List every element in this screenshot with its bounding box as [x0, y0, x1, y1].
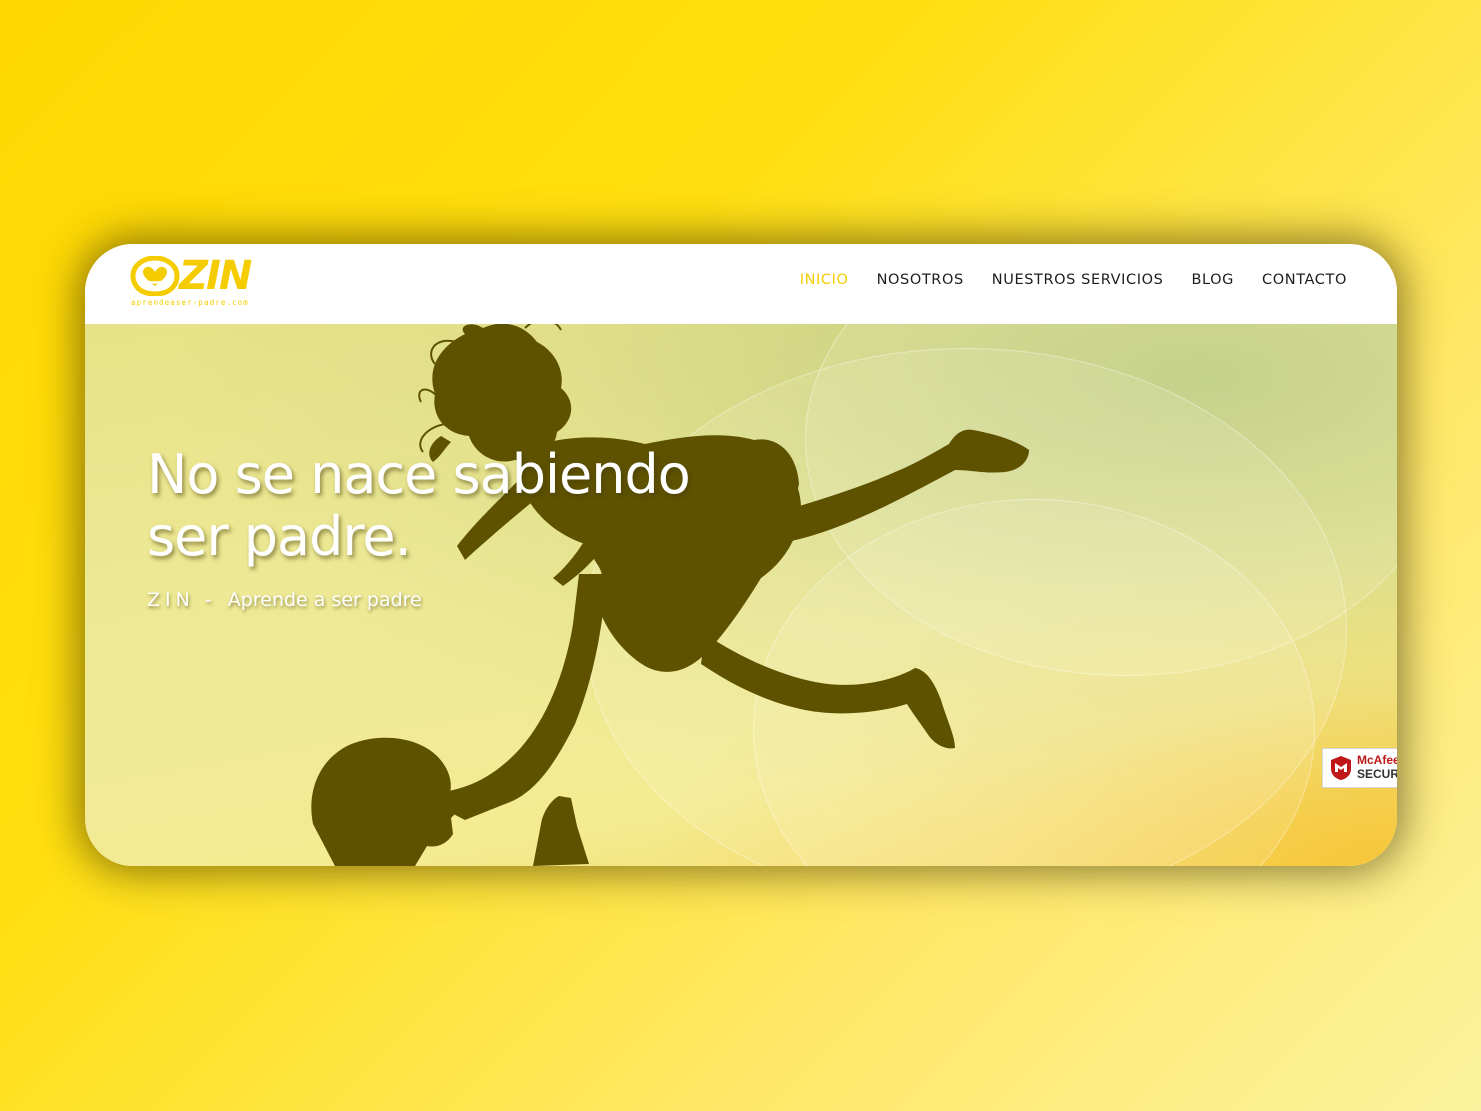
site-header: ZIN aprendeaser-padre.com INICIO NOSOTRO…: [85, 244, 1397, 324]
nav-item-nosotros[interactable]: NOSOTROS: [877, 272, 964, 288]
mcafee-secure-badge[interactable]: McAfee SECURE: [1322, 748, 1397, 788]
hero-subtitle: ZIN - Aprende a ser padre: [147, 589, 422, 611]
main-navigation: INICIO NOSOTROS NUESTROS SERVICIOS BLOG …: [800, 272, 1347, 288]
hero-headline: No se nace sabiendo ser padre.: [147, 443, 691, 568]
hero-subtitle-text: Aprende a ser padre: [227, 589, 422, 611]
badge-line1: McAfee: [1357, 753, 1397, 767]
nav-item-contacto[interactable]: CONTACTO: [1262, 272, 1347, 288]
logo-tagline: aprendeaser-padre.com: [131, 298, 249, 307]
nav-item-inicio[interactable]: INICIO: [800, 272, 849, 288]
hero-subtitle-brand: ZIN: [147, 589, 195, 611]
website-frame: ZIN aprendeaser-padre.com INICIO NOSOTRO…: [85, 244, 1397, 866]
hero-subtitle-separator: -: [204, 589, 212, 611]
zin-logo[interactable]: ZIN aprendeaser-padre.com: [129, 253, 259, 312]
nav-item-blog[interactable]: BLOG: [1191, 272, 1234, 288]
badge-line2: SECURE: [1357, 767, 1397, 781]
logo-wordmark: ZIN: [179, 253, 252, 299]
nav-item-nuestros-servicios[interactable]: NUESTROS SERVICIOS: [992, 272, 1164, 288]
hero-banner: No se nace sabiendo ser padre. ZIN - Apr…: [85, 324, 1397, 866]
hero-headline-line1: No se nace sabiendo: [147, 443, 691, 506]
heart-hands-icon: [130, 256, 180, 296]
hero-headline-line2: ser padre.: [147, 505, 412, 568]
mcafee-shield-icon: [1331, 756, 1351, 780]
badge-label: McAfee SECURE: [1357, 753, 1397, 781]
